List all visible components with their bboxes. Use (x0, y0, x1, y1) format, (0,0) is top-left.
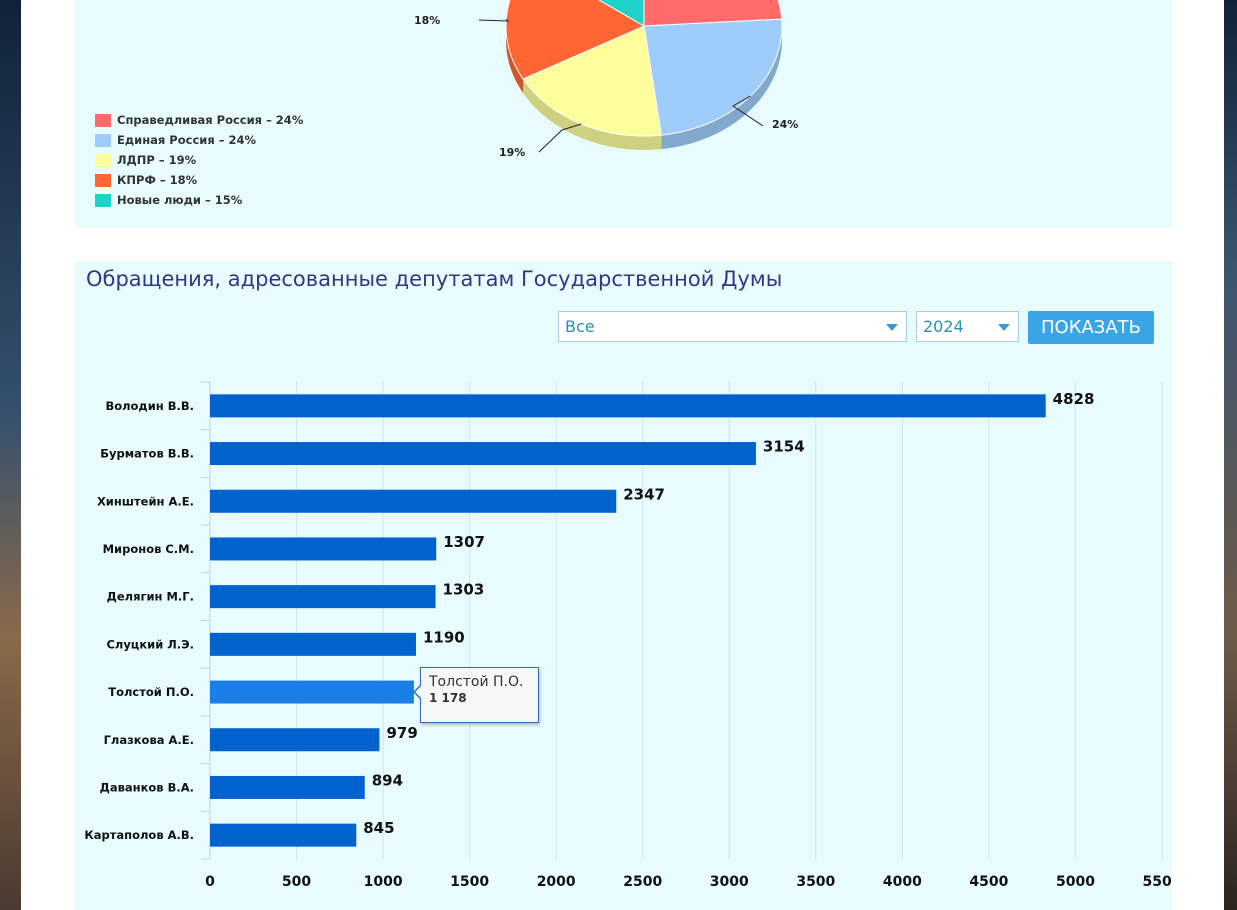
category-label: Хинштейн А.Е. (97, 494, 194, 508)
category-label: Бурматов В.В. (100, 447, 194, 461)
legend-label: ЛДПР – 19% (117, 153, 197, 167)
background-right (1224, 0, 1237, 910)
bar[interactable] (210, 632, 416, 656)
x-tick-label: 0 (205, 874, 215, 890)
bar-data-label: 3154 (763, 438, 805, 456)
bar[interactable] (210, 775, 365, 799)
bar-data-label: 2347 (623, 485, 665, 503)
party-pie-panel: 18% 24% 19% Справедливая Россия – 24% Едина… (75, 0, 1172, 228)
x-tick-label: 3000 (710, 874, 749, 890)
legend-label: Справедливая Россия – 24% (117, 113, 304, 127)
legend-swatch (95, 113, 111, 127)
bar-data-label: 1303 (443, 581, 485, 599)
x-tick-label: 5500 (1143, 874, 1172, 890)
x-tick-label: 4000 (883, 874, 922, 890)
legend-swatch (95, 173, 111, 187)
x-tick-label: 3500 (796, 874, 835, 890)
x-tick-label: 5000 (1056, 874, 1095, 890)
tooltip-name: Толстой П.О. (429, 674, 524, 690)
appeals-bar-panel: Обращения, адресованные депутатам Госуда… (75, 261, 1172, 910)
category-label: Картаполов А.В. (84, 828, 194, 842)
bar-data-label: 894 (372, 771, 403, 789)
background-left (0, 0, 21, 910)
legend-label: Новые люди – 15% (117, 193, 243, 207)
bar-chart: 0 500 1000 1500 2000 2500 3000 3500 4000 4500 5000… (84, 381, 1172, 890)
pie-leader-line (478, 18, 510, 22)
bar-tooltip: Толстой П.О. 1 178 (413, 667, 539, 723)
x-tick-label: 2500 (623, 874, 662, 890)
x-tick-label: 2000 (537, 874, 576, 890)
legend-label: Единая Россия – 24% (117, 133, 256, 147)
bar[interactable] (210, 728, 380, 752)
tooltip-value: 1 178 (429, 691, 467, 705)
pie-data-label: 19% (499, 146, 525, 159)
bar-data-label: 1307 (443, 533, 485, 551)
pie-slice[interactable] (643, 18, 783, 136)
bar[interactable] (210, 585, 436, 609)
legend-label: КПРФ – 18% (117, 173, 198, 187)
bar[interactable] (210, 680, 414, 704)
legend-swatch (95, 193, 111, 207)
category-label: Делягин М.Г. (107, 590, 194, 604)
legend-item: ЛДПР – 19% (95, 150, 303, 170)
category-label: Глазкова А.Е. (104, 733, 194, 747)
category-label: Володин В.В. (105, 399, 194, 413)
bar[interactable] (210, 823, 357, 847)
x-tick-label: 1000 (364, 874, 403, 890)
legend-item: КПРФ – 18% (95, 170, 303, 190)
bar-data-label: 979 (386, 724, 417, 742)
bar-data-label: 1190 (423, 628, 465, 646)
bar[interactable] (210, 489, 617, 513)
bar-data-label: 4828 (1053, 390, 1095, 408)
x-tick-label: 4500 (969, 874, 1008, 890)
category-label: Миронов С.М. (103, 542, 194, 556)
legend-item: Единая Россия – 24% (95, 130, 303, 150)
legend-swatch (95, 133, 111, 147)
category-label: Толстой П.О. (108, 685, 194, 699)
legend-item: Справедливая Россия – 24% (95, 110, 303, 130)
bar[interactable] (210, 394, 1046, 418)
bar[interactable] (210, 442, 756, 466)
pie-data-label: 18% (414, 14, 440, 27)
x-tick-label: 500 (282, 874, 311, 890)
pie-legend: Справедливая Россия – 24% Единая Россия –… (95, 110, 303, 210)
category-label: Слуцкий Л.Э. (106, 637, 194, 651)
category-label: Даванков В.А. (100, 780, 194, 794)
x-tick-label: 1500 (450, 874, 489, 890)
legend-swatch (95, 153, 111, 167)
legend-item: Новые люди – 15% (95, 190, 303, 210)
page-content: 18% 24% 19% Справедливая Россия – 24% Едина… (21, 0, 1224, 910)
bar-data-label: 845 (363, 819, 394, 837)
pie-data-label: 24% (772, 118, 798, 131)
bar[interactable] (210, 537, 437, 561)
